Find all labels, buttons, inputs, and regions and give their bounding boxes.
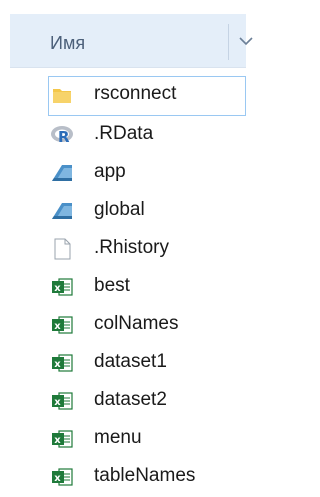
chevron-down-icon[interactable] [236,34,256,48]
file-name: .Rhistory [94,237,169,258]
list-item[interactable]: x colNames [0,306,246,344]
list-item[interactable]: app [0,154,246,192]
file-name: dataset2 [94,389,167,410]
svg-text:x: x [54,397,61,408]
rstudio-file-icon [52,203,72,219]
list-item[interactable]: R .RData [0,116,246,154]
list-item[interactable]: rsconnect [0,76,246,116]
excel-file-icon: x [52,430,73,448]
file-name: global [94,199,145,220]
svg-text:x: x [54,321,61,332]
list-item[interactable]: .Rhistory [0,230,246,268]
list-item[interactable]: x menu [0,420,246,458]
r-data-icon: R [51,126,73,146]
name-column-label: Имя [50,33,86,53]
svg-text:R: R [58,128,70,146]
name-column-header[interactable]: Имя [10,14,253,68]
list-item[interactable]: x best [0,268,246,306]
svg-text:x: x [54,473,61,484]
excel-file-icon: x [52,468,73,486]
column-separator[interactable] [228,24,229,60]
excel-file-icon: x [52,354,73,372]
file-name: menu [94,427,142,448]
folder-icon [53,89,71,103]
file-list-header: Имя [0,0,253,68]
list-item[interactable]: x dataset1 [0,344,246,382]
file-name: best [94,275,130,296]
list-item[interactable]: x tableNames [0,458,246,496]
file-name: rsconnect [94,83,177,104]
excel-file-icon: x [52,392,73,410]
excel-file-icon: x [52,316,73,334]
file-name: app [94,161,126,182]
file-name: tableNames [94,465,196,486]
file-name: colNames [94,313,179,334]
svg-text:x: x [54,283,61,294]
file-name: .RData [94,123,154,144]
excel-file-icon: x [52,278,73,296]
file-name: dataset1 [94,351,167,372]
svg-text:x: x [54,435,61,446]
rstudio-file-icon [52,165,72,181]
blank-file-icon [54,238,71,260]
svg-text:x: x [54,359,61,370]
list-item[interactable]: x dataset2 [0,382,246,420]
list-item[interactable]: global [0,192,246,230]
